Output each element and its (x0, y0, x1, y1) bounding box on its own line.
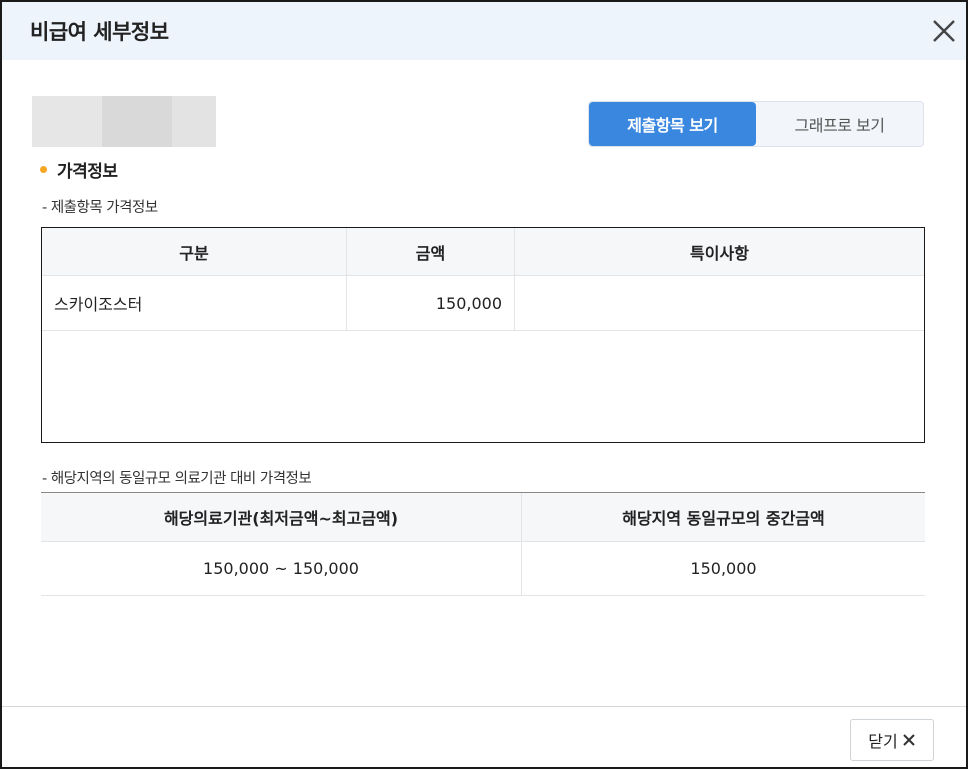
graph-view-button[interactable]: 그래프로 보기 (756, 102, 923, 146)
bullet-icon (40, 166, 47, 173)
table-row: 150,000 ~ 150,000 150,000 (41, 542, 925, 596)
row-note (515, 276, 924, 330)
header-institution-range: 해당의료기관(최저금액~최고금액) (41, 493, 522, 541)
submitted-price-table: 구분 금액 특이사항 스카이조스터 150,000 (41, 227, 925, 443)
header-category: 구분 (42, 228, 347, 275)
submitted-price-subtitle: - 제출항목 가격정보 (42, 200, 158, 216)
row-institution-range: 150,000 ~ 150,000 (41, 542, 522, 595)
detail-dialog: 비급여 세부정보 제출항목 보기 그래프로 보기 가격정보 - 제출항목 가격정… (0, 0, 968, 769)
dialog-header: 비급여 세부정보 (2, 2, 966, 60)
row-amount: 150,000 (347, 276, 515, 330)
header-note: 특이사항 (690, 243, 749, 263)
regional-price-subtitle: - 해당지역의 동일규모 의료기관 대비 가격정보 (42, 471, 312, 487)
close-button-label: 닫기 (868, 732, 898, 751)
close-button[interactable]: 닫기 (850, 719, 934, 761)
header-regional-median: 해당지역 동일규모의 중간금액 (622, 509, 825, 528)
section-title: 가격정보 (40, 157, 118, 182)
footer-divider (2, 706, 966, 707)
table-row: 스카이조스터 150,000 (42, 276, 924, 331)
table-header-row: 해당의료기관(최저금액~최고금액) 해당지역 동일규모의 중간금액 (41, 493, 925, 542)
close-button-icon (903, 734, 915, 746)
header-amount: 금액 (347, 228, 515, 275)
row-category: 스카이조스터 (42, 276, 347, 330)
submitted-items-view-button[interactable]: 제출항목 보기 (589, 102, 756, 146)
row-regional-median: 150,000 (690, 559, 757, 578)
regional-price-table: 해당의료기관(최저금액~최고금액) 해당지역 동일규모의 중간금액 150,00… (41, 492, 925, 596)
section-title-text: 가격정보 (57, 162, 118, 182)
dialog-title: 비급여 세부정보 (30, 20, 169, 44)
table-header-row: 구분 금액 특이사항 (42, 228, 924, 276)
close-icon[interactable] (928, 15, 960, 47)
view-toggle: 제출항목 보기 그래프로 보기 (588, 101, 924, 147)
redacted-image (32, 96, 216, 147)
